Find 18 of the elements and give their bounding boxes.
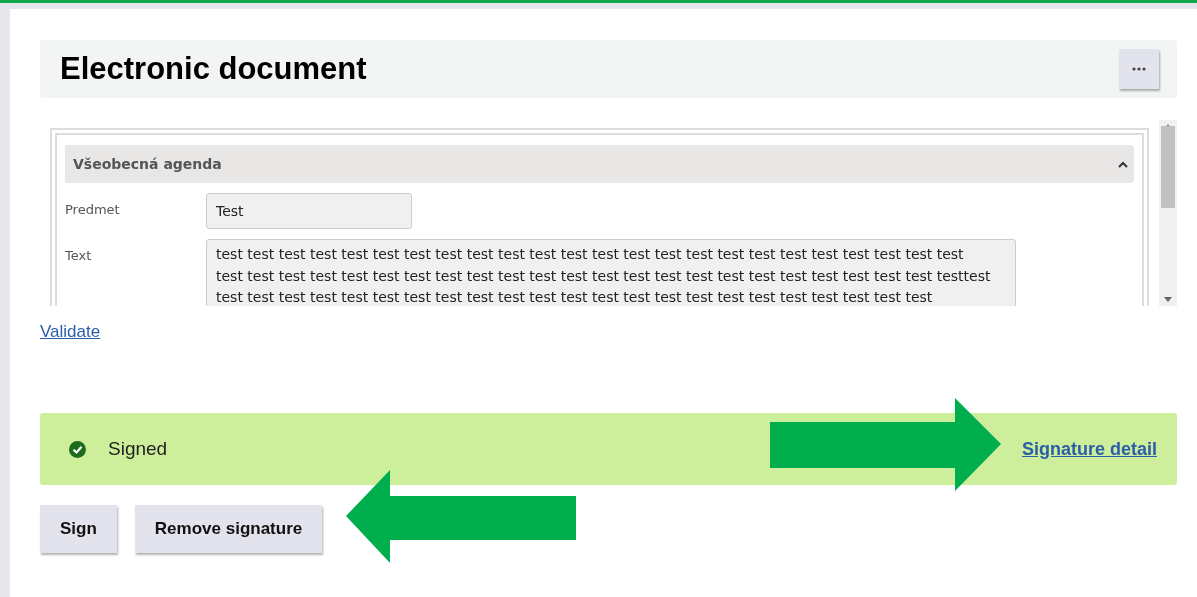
field-label: Predmet <box>65 201 120 217</box>
scroll-down-icon <box>1164 297 1172 302</box>
action-button[interactable]: Remove signature <box>134 505 323 553</box>
section-header[interactable]: Všeobecná agenda <box>65 145 1134 183</box>
field-label: Text <box>65 247 92 263</box>
subject-field[interactable]: Test <box>206 193 412 229</box>
section-title: Všeobecná agenda <box>73 156 222 172</box>
validate-link[interactable]: Validate <box>40 322 101 342</box>
page-title: Electronic document <box>60 51 367 87</box>
check-circle-icon <box>69 440 86 458</box>
more-button[interactable] <box>1119 49 1159 89</box>
text-field[interactable]: test test test test test test test test test test test test test test test test test test test test test test test test test test test test test test test test test test test test test test test test test test test test test test test testtest test test test test test test test test test test test test test test test test test test test test test test test <box>206 239 1016 306</box>
more-icon <box>1132 67 1146 71</box>
caret-up-icon <box>1118 160 1128 168</box>
signature-detail-link[interactable]: Signature detail <box>1021 438 1157 460</box>
scrollbar[interactable] <box>1159 120 1177 306</box>
action-button[interactable]: Sign <box>40 505 117 553</box>
status-text: Signed <box>108 438 168 460</box>
